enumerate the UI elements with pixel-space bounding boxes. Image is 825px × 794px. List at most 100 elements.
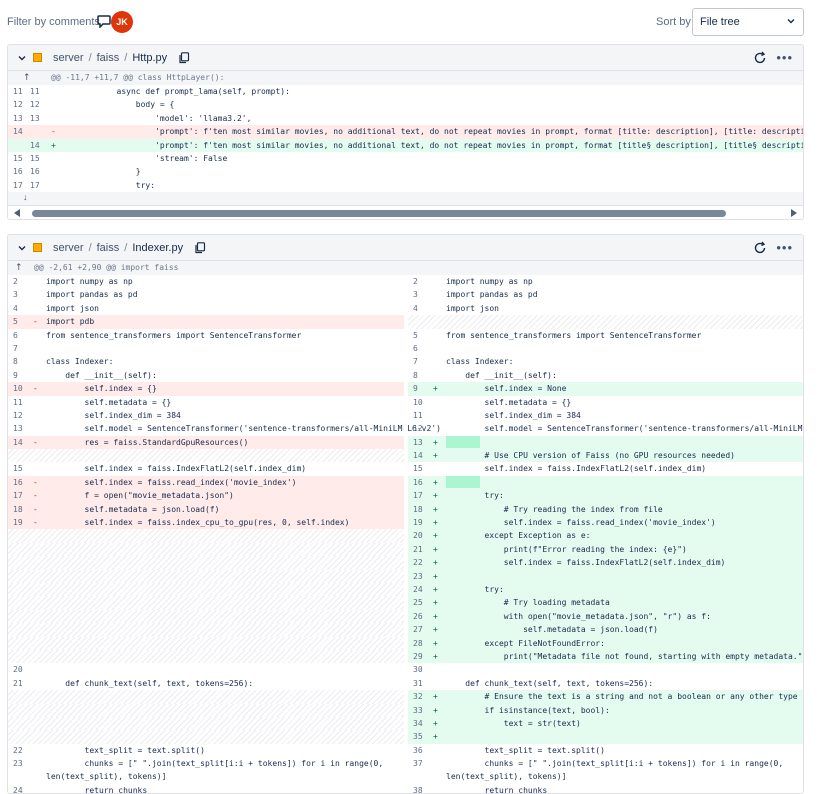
diff-line[interactable]: len(text_split), tokens)] <box>8 770 404 783</box>
chevron-down-icon[interactable] <box>18 244 26 252</box>
sort-select[interactable]: File tree <box>692 8 804 36</box>
path-segment[interactable]: faiss <box>97 242 120 254</box>
diff-line[interactable]: 36 text_split = text.split() <box>408 744 803 757</box>
diff-line[interactable]: 2 import numpy as np <box>8 275 404 288</box>
diff-line[interactable]: 32 + # Ensure the text is a string and no… <box>408 690 803 704</box>
diff-line[interactable]: 12 12 body = { <box>8 98 803 111</box>
diff-line[interactable]: 3 import pandas as pd <box>408 288 803 301</box>
diff-line[interactable]: 10- self.index = {} <box>8 382 404 396</box>
more-icon[interactable]: ••• <box>776 50 793 65</box>
diff-line[interactable]: 21 def chunk_text(self, text, tokens=256… <box>8 677 404 690</box>
diff-line[interactable]: 26 + with open("movie_metadata.json", "r"… <box>408 609 803 624</box>
diff-line[interactable]: 15 self.index = faiss.IndexFlatL2(self.i… <box>408 462 803 475</box>
expand-up-icon[interactable]: ↑ <box>23 71 31 85</box>
diff-line[interactable]: 4 import json <box>8 302 404 315</box>
diff-line[interactable]: 22 + self.index = faiss.IndexFlatL2(self.… <box>408 556 803 570</box>
diff-line[interactable]: 11 11 async def prompt_lama(self, prompt)… <box>8 85 803 98</box>
diff-line[interactable]: 33 + if isinstance(text, bool): <box>408 703 803 717</box>
scrollbar-thumb[interactable] <box>32 210 726 218</box>
diff-line[interactable]: 6 from sentence_transformers import Sente… <box>8 329 404 342</box>
diff-line[interactable]: 5 - import pdb <box>8 315 404 329</box>
diff-line[interactable]: 16 + <box>408 475 803 490</box>
diff-line[interactable]: 22 text_split = text.split() <box>8 744 404 757</box>
diff-line[interactable]: 19- self.index = faiss.index_cpu_to_gpu(… <box>8 516 404 530</box>
diff-line[interactable]: 18 + # Try reading the index from file <box>408 502 803 517</box>
diff-line[interactable]: 14 + # Use CPU version of Faiss (no GPU r… <box>408 449 803 463</box>
diff-line[interactable]: len(text_split), tokens)] <box>408 770 803 783</box>
diff-line[interactable]: 37 chunks = [" ".join(text_split[i:i + t… <box>408 757 803 770</box>
diff-line[interactable]: 38 return chunks <box>408 784 803 793</box>
diff-line[interactable]: 35 + <box>408 730 803 744</box>
diff-line[interactable]: 3 import pandas as pd <box>8 288 404 301</box>
line-number: 13 <box>413 437 423 447</box>
diff-line[interactable]: 15 15 'stream': False <box>8 152 803 165</box>
diff-line[interactable]: 10 self.metadata = {} <box>408 396 803 409</box>
diff-line[interactable]: 15 self.index = faiss.IndexFlatL2(self.i… <box>8 462 404 475</box>
comment-icon[interactable] <box>97 14 111 28</box>
diff-line[interactable]: 18- self.metadata = json.load(f) <box>8 502 404 517</box>
diff-line[interactable]: 2 import numpy as np <box>408 275 803 288</box>
diff-line[interactable]: 23 chunks = [" ".join(text_split[i:i + t… <box>8 757 404 770</box>
diff-line[interactable]: 20 <box>8 663 404 676</box>
diff-line[interactable]: 14 - 'prompt': f'ten most similar movies,… <box>8 125 803 139</box>
diff-line[interactable]: 23 + <box>408 569 803 583</box>
horizontal-scrollbar[interactable] <box>8 205 803 219</box>
line-number: 13 <box>13 424 23 434</box>
file-name[interactable]: Indexer.py <box>132 242 183 254</box>
filter-by-comments-label[interactable]: Filter by comments <box>7 16 100 28</box>
diff-line[interactable]: 17 + try: <box>408 489 803 503</box>
copy-icon[interactable] <box>194 242 206 254</box>
diff-line[interactable]: 13 + <box>408 435 803 450</box>
diff-line[interactable]: 13 self.model = SentenceTransformer('sen… <box>8 422 441 435</box>
diff-line[interactable]: 12 self.index_dim = 384 <box>8 409 404 422</box>
diff-line[interactable]: 25 + # Try loading metadata <box>408 596 803 610</box>
refresh-icon[interactable] <box>753 51 767 65</box>
diff-line[interactable]: 4 import json <box>408 302 803 315</box>
diff-line[interactable]: 9 + self.index = None <box>408 382 803 396</box>
diff-line[interactable]: 5 from sentence_transformers import Sente… <box>408 329 803 342</box>
diff-line[interactable]: 12 self.model = SentenceTransformer('sen… <box>408 422 803 435</box>
diff-line[interactable]: 17 17 try: <box>8 179 803 192</box>
diff-line[interactable]: 11 self.index_dim = 384 <box>408 409 803 422</box>
diff-line[interactable]: 16 16 } <box>8 165 803 178</box>
diff-line[interactable]: 28 + except FileNotFoundError: <box>408 636 803 650</box>
scroll-left-icon[interactable] <box>14 209 20 218</box>
path-segment[interactable]: server <box>53 52 84 64</box>
diff-line[interactable]: 11 self.metadata = {} <box>8 396 404 409</box>
diff-line[interactable]: 8 class Indexer: <box>8 355 404 368</box>
diff-line[interactable]: 17- f = open("movie_metadata.json") <box>8 489 404 503</box>
empty-line <box>8 596 404 610</box>
diff-line[interactable]: 24 return chunks <box>8 784 404 793</box>
diff-line[interactable]: 21 + print(f"Error reading the index: {e}… <box>408 542 803 557</box>
more-icon[interactable]: ••• <box>776 240 793 255</box>
diff-line[interactable]: 27 + self.metadata = json.load(f) <box>408 623 803 637</box>
diff-line[interactable]: 14- res = faiss.StandardGpuResources() <box>8 435 404 450</box>
avatar[interactable]: JK <box>111 11 133 33</box>
scroll-right-icon[interactable] <box>791 209 797 218</box>
diff-line[interactable]: 16- self.index = faiss.read_index('movie… <box>8 475 404 490</box>
chevron-down-icon[interactable] <box>18 54 26 62</box>
diff-line[interactable]: 19 + self.index = faiss.read_index('movie… <box>408 516 803 530</box>
diff-line[interactable]: 7 <box>8 342 404 355</box>
diff-line[interactable]: 14 + 'prompt': f'ten most similar movies,… <box>8 138 803 152</box>
diff-line[interactable]: 7 class Indexer: <box>408 355 803 368</box>
copy-icon[interactable] <box>178 52 190 64</box>
path-segment[interactable]: faiss <box>97 52 120 64</box>
expand-down-icon[interactable]: ↓ <box>23 192 28 202</box>
diff-line[interactable]: 13 13 'model': 'llama3.2', <box>8 112 803 125</box>
diff-line[interactable]: 20 + except Exception as e: <box>408 529 803 543</box>
diff-line[interactable]: 8 def __init__(self): <box>408 369 803 382</box>
file-name[interactable]: Http.py <box>132 52 167 64</box>
expand-up-icon[interactable]: ↑ <box>15 261 23 275</box>
refresh-icon[interactable] <box>753 241 767 255</box>
diff-line[interactable]: 34 + text = str(text) <box>408 716 803 731</box>
diff-marker: + <box>433 491 438 501</box>
path-segment[interactable]: server <box>53 242 84 254</box>
diff-line[interactable]: 29 + print("Metadata file not found, star… <box>408 649 803 664</box>
empty-line <box>8 582 404 597</box>
diff-line[interactable]: 31 def chunk_text(self, text, tokens=256… <box>408 677 803 690</box>
diff-line[interactable]: 9 def __init__(self): <box>8 369 404 382</box>
diff-line[interactable]: 24 + try: <box>408 582 803 597</box>
diff-line[interactable]: 30 <box>408 663 803 676</box>
diff-line[interactable]: 6 <box>408 342 803 355</box>
